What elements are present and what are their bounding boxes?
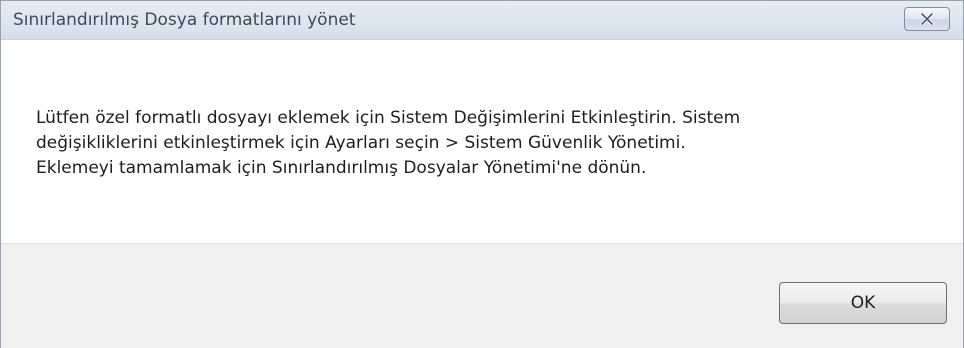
ok-button[interactable]: OK [779, 282, 947, 324]
message-line-3: Eklemeyi tamamlamak için Sınırlandırılmı… [36, 158, 647, 178]
window-title: Sınırlandırılmış Dosya formatlarını yöne… [13, 10, 356, 30]
title-bar[interactable]: Sınırlandırılmış Dosya formatlarını yöne… [1, 1, 963, 40]
close-icon [920, 10, 934, 29]
message-text: Lütfen özel formatlı dosyayı eklemek içi… [36, 106, 936, 181]
dialog-content: Lütfen özel formatlı dosyayı eklemek içi… [1, 40, 963, 243]
dialog-window: Sınırlandırılmış Dosya formatlarını yöne… [0, 0, 964, 348]
dialog-footer: OK [1, 243, 963, 348]
message-line-1: Lütfen özel formatlı dosyayı eklemek içi… [36, 108, 741, 128]
message-line-2: değişikliklerini etkinleştirmek için Aya… [36, 133, 686, 153]
close-button[interactable] [904, 7, 950, 31]
